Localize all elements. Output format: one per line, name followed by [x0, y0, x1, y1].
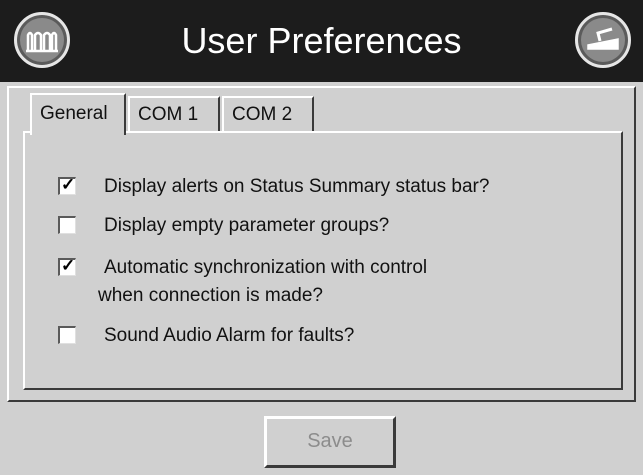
sound-alarm-checkbox[interactable] [58, 326, 76, 344]
tab-general-label: General [40, 103, 108, 124]
general-tab-content: ✓ Display alerts on Status Summary statu… [23, 131, 623, 390]
checkmark-icon: ✓ [61, 256, 76, 275]
sound-alarm-label: Sound Audio Alarm for faults? [104, 325, 355, 346]
display-alerts-label: Display alerts on Status Summary status … [104, 176, 490, 197]
page-title: User Preferences [181, 20, 462, 61]
factory-button[interactable] [14, 12, 70, 68]
exit-button[interactable] [575, 12, 631, 68]
auto-sync-checkbox[interactable]: ✓ [58, 256, 76, 276]
display-empty-groups-checkbox[interactable] [58, 216, 76, 234]
factory-icon [26, 31, 58, 53]
tab-com2-label: COM 2 [232, 104, 293, 125]
exit-door-icon [587, 27, 619, 50]
user-preferences-window: User Preferences General COM 1 COM 2 ✓ D… [0, 0, 643, 475]
tab-com1-label: COM 1 [138, 104, 199, 125]
tab-general[interactable]: General [30, 93, 126, 135]
auto-sync-label: Automatic synchronization with control [104, 257, 428, 278]
display-alerts-checkbox[interactable]: ✓ [58, 175, 76, 195]
auto-sync-label-line2: when connection is made? [98, 285, 323, 306]
checkmark-icon: ✓ [61, 175, 76, 194]
save-button[interactable]: Save [264, 416, 396, 468]
tab-com2[interactable]: COM 2 [222, 96, 314, 132]
tab-com1[interactable]: COM 1 [128, 96, 220, 132]
header-bar: User Preferences [0, 0, 643, 82]
display-empty-groups-label: Display empty parameter groups? [104, 215, 390, 236]
